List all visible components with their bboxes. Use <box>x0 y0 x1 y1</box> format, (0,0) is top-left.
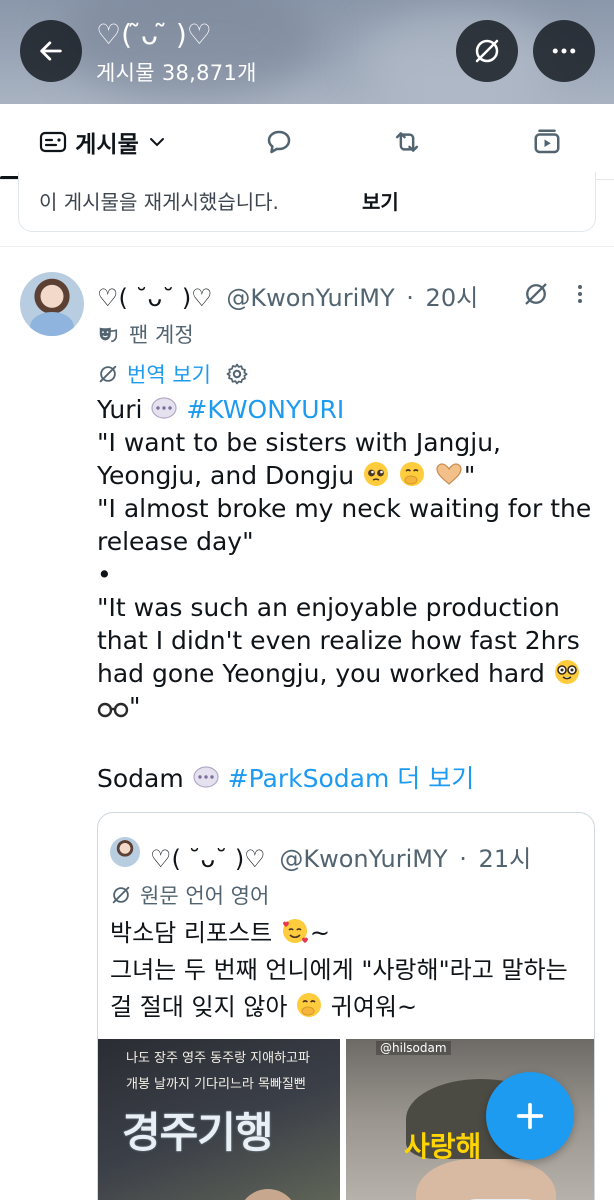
repost-notice-text: 이 게시물을 재게시했습니다. <box>39 190 279 214</box>
tweet-line: Yeongju, and Dongju " <box>97 459 475 492</box>
tweet-line: "It was such an enjoyable production <box>97 593 560 622</box>
poster-title: 경주기행 <box>122 1108 274 1157</box>
tab-media[interactable] <box>504 104 590 180</box>
tweet-line: " <box>97 690 141 723</box>
back-button[interactable] <box>20 20 82 82</box>
tweet-author-line: ♡( ˘ᴗ˘ )♡ @KwonYuriMY · 20시 <box>97 278 478 313</box>
quoted-text: 귀여워~ <box>330 993 418 1021</box>
show-more-link[interactable]: 더 보기 <box>397 764 474 793</box>
more-vertical-icon[interactable] <box>570 282 590 306</box>
author-handle: @KwonYuriMY <box>279 845 448 873</box>
avatar[interactable] <box>20 272 84 336</box>
fan-account-label: 팬 계정 <box>129 323 194 347</box>
tab-replies[interactable] <box>236 104 322 180</box>
glasses-emoji-icon <box>97 702 129 718</box>
speech-balloon-emoji-icon <box>151 397 178 419</box>
speech-bubble-icon <box>267 130 291 154</box>
poster-caption: 나도 장주 영주 동주랑 지애하고파 <box>126 1051 310 1066</box>
tweet-text: had gone Yeongju, you worked hard <box>97 659 545 688</box>
original-language-row: 원문 언어 영어 <box>110 880 269 910</box>
theater-mask-icon <box>99 327 118 343</box>
image-handle-tag: @hilsodam <box>376 1041 451 1055</box>
quoted-line: 박소담 리포스트 ~ <box>110 917 330 950</box>
profile-header: ♡( ̃ᴗ ̃ )♡ 게시물 38,871개 <box>0 0 614 104</box>
speech-balloon-emoji-icon <box>193 766 219 788</box>
repost-icon <box>395 132 419 152</box>
author-name: ♡( ˘ᴗ˘ )♡ <box>150 845 266 873</box>
quoted-text: 걸 절대 잊지 않아 <box>110 993 288 1021</box>
original-language-label: 원문 언어 영어 <box>140 884 270 908</box>
author-handle[interactable]: @KwonYuriMY <box>226 284 394 312</box>
show-translation-link[interactable]: 번역 보기 <box>127 359 211 389</box>
tab-posts[interactable]: 게시물 <box>14 104 190 180</box>
tweet-text: Sodam <box>97 764 184 793</box>
media-image-poster[interactable]: 나도 장주 영주 동주랑 지애하고파 개봉 날까지 기다리느라 목빠질뻔 경주기… <box>98 1039 340 1200</box>
tweet-line: "I almost broke my neck waiting for the <box>97 494 592 523</box>
cap-text: 사랑해 <box>404 1130 482 1163</box>
tweet-time: 21시 <box>478 845 532 873</box>
author-name[interactable]: ♡( ˘ᴗ˘ )♡ <box>97 284 213 312</box>
quoted-line: 그녀는 두 번째 언니에게 "사랑해"라고 말하는 <box>110 956 568 984</box>
tab-reposts[interactable] <box>364 104 450 180</box>
translate-row: 번역 보기 <box>97 359 249 389</box>
tweet-line: Yuri #KWONYURI <box>97 393 344 426</box>
more-options-button[interactable] <box>533 20 595 82</box>
plus-icon <box>516 1102 544 1130</box>
tweet-time[interactable]: 20시 <box>426 284 479 312</box>
more-horizontal-icon <box>552 48 576 54</box>
time-separator: · <box>406 284 414 312</box>
repost-notice-card: 이 게시물을 재게시했습니다. 보기 <box>18 172 596 232</box>
tweet-line: • <box>97 560 112 589</box>
poster-person <box>238 1189 298 1200</box>
chevron-down-icon <box>149 138 164 147</box>
tweet-line: had gone Yeongju, you worked hard <box>97 657 581 690</box>
hand-over-mouth-emoji-icon <box>399 462 424 486</box>
translate-off-icon <box>112 886 130 904</box>
media-icon <box>534 129 560 154</box>
repost-notice-view-link[interactable]: 보기 <box>362 186 399 215</box>
gear-icon[interactable] <box>225 362 249 386</box>
avatar <box>110 837 140 867</box>
translate-off-icon <box>475 39 499 63</box>
translate-off-icon[interactable] <box>522 280 550 308</box>
pleading-face-emoji-icon <box>364 462 389 486</box>
smiling-face-with-hearts-emoji-icon <box>282 919 308 943</box>
hashtag-link[interactable]: #KWONYURI <box>186 395 344 424</box>
heart-hands-emoji-icon <box>436 463 462 485</box>
selfie-face <box>416 1159 556 1200</box>
time-separator: · <box>459 845 467 873</box>
profile-name: ♡( ̃ᴗ ̃ )♡ <box>96 18 212 51</box>
tweet-line: "I want to be sisters with Jangju, <box>97 428 501 457</box>
quoted-text: ~ <box>309 919 330 947</box>
profile-tabs: 게시물 <box>0 104 614 180</box>
nerd-face-emoji-icon <box>554 660 579 684</box>
tweet-text: Yuri <box>97 395 143 424</box>
quoted-text: 박소담 리포스트 <box>110 919 273 947</box>
translate-off-icon <box>99 365 117 383</box>
tweet-line: that I didn't even realize how fast 2hrs <box>97 626 580 655</box>
tweet-line: Sodam #ParkSodam 더 보기 <box>97 762 474 795</box>
quoted-author-line: ♡( ˘ᴗ˘ )♡ @KwonYuriMY · 21시 <box>150 839 531 874</box>
tweet-text: " <box>129 692 141 721</box>
tweet-line: release day" <box>97 527 254 556</box>
hashtag-link[interactable]: #ParkSodam <box>228 764 390 793</box>
poster-caption: 개봉 날까지 기다리느라 목빠질뻔 <box>126 1077 306 1092</box>
tweet-text: " <box>463 461 476 490</box>
posts-icon <box>40 131 67 153</box>
arrow-left-icon <box>40 41 62 61</box>
feed-divider <box>0 246 614 247</box>
tweet-text: Yeongju, and Dongju <box>97 461 355 490</box>
fan-account-badge: 팬 계정 <box>97 319 194 349</box>
tab-posts-label: 게시물 <box>75 132 139 158</box>
quoted-line: 걸 절대 잊지 않아 귀여워~ <box>110 991 417 1024</box>
hand-over-mouth-emoji-icon <box>297 993 322 1017</box>
compose-button[interactable] <box>486 1072 574 1160</box>
post-count: 게시물 38,871개 <box>96 61 257 85</box>
translate-button[interactable] <box>456 20 518 82</box>
